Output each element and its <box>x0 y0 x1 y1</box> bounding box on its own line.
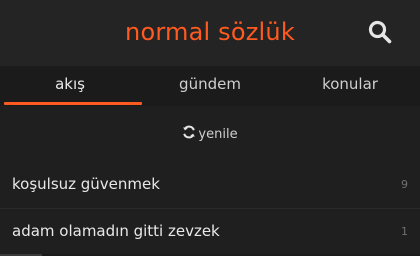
refresh-row: yenile <box>0 106 420 162</box>
entry-count: 9 <box>401 178 408 191</box>
list-item[interactable]: koşulsuz güvenmek 9 <box>0 162 420 209</box>
refresh-icon <box>182 125 198 143</box>
top-bar: normal sözlük <box>0 0 420 66</box>
app-screen: normal sözlük akış gündem konular yenile… <box>0 0 420 256</box>
search-button[interactable] <box>366 18 394 46</box>
tab-konular[interactable]: konular <box>280 66 420 106</box>
refresh-button[interactable]: yenile <box>182 125 238 143</box>
refresh-label: yenile <box>198 126 238 142</box>
tab-akis[interactable]: akış <box>0 66 140 106</box>
tab-bar: akış gündem konular <box>0 66 420 106</box>
entry-list: koşulsuz güvenmek 9 adam olamadın gitti … <box>0 162 420 256</box>
active-tab-indicator <box>4 102 142 105</box>
list-item[interactable]: adam olamadın gitti zevzek 1 <box>0 209 420 256</box>
site-title[interactable]: normal sözlük <box>0 15 420 49</box>
tab-gundem[interactable]: gündem <box>140 66 280 106</box>
tab-label: konular <box>322 75 378 93</box>
entry-count: 1 <box>401 225 408 238</box>
entry-title: koşulsuz güvenmek <box>12 175 160 193</box>
tab-label: akış <box>55 75 85 93</box>
search-icon <box>366 18 394 46</box>
tab-label: gündem <box>179 75 241 93</box>
entry-title: adam olamadın gitti zevzek <box>12 222 220 240</box>
